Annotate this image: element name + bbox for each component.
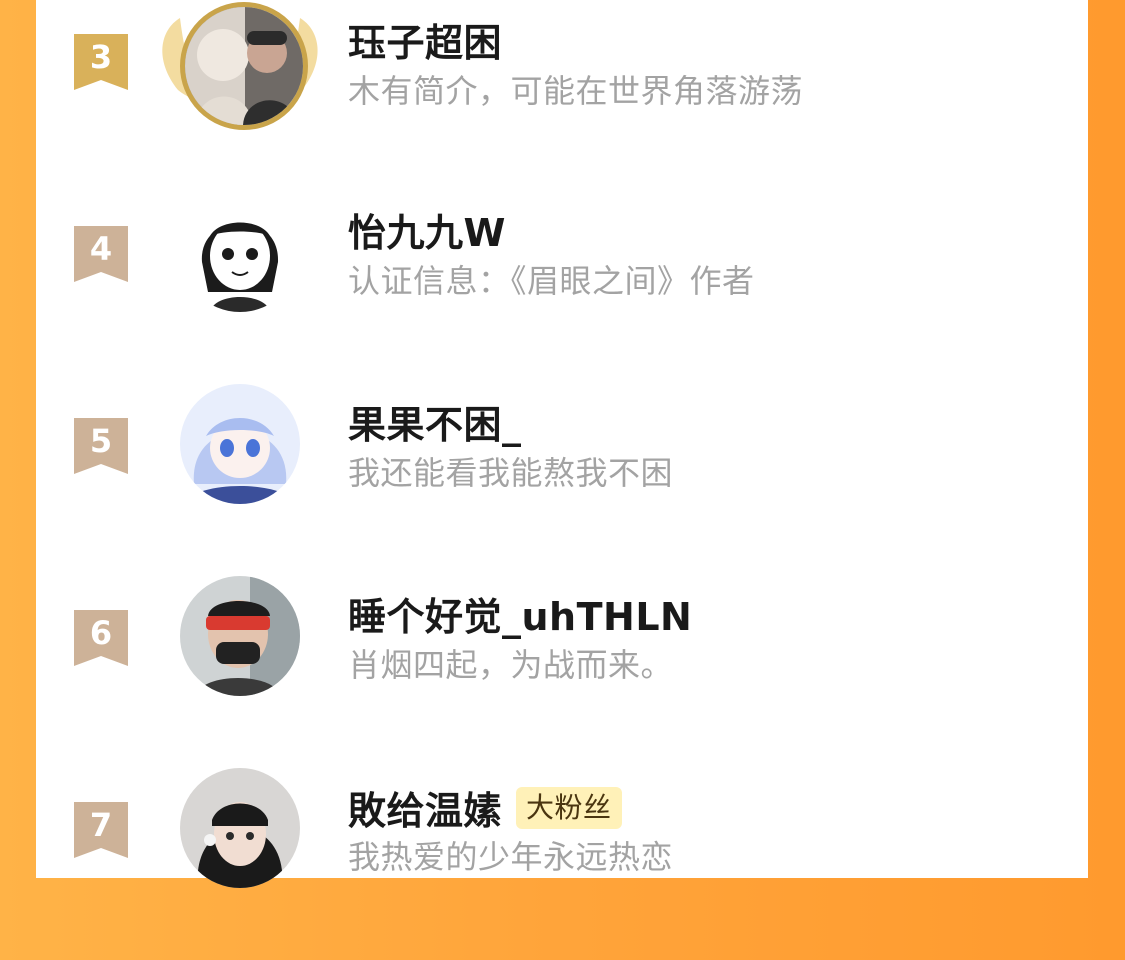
avatar[interactable] [180,384,300,504]
rank-badge: 6 [74,610,128,666]
rank-number: 4 [89,230,113,268]
user-name[interactable]: 珏子超困 [348,12,502,67]
rank-badge: 7 [74,802,128,858]
rank-badge: 5 [74,418,128,474]
avatar[interactable] [180,768,300,888]
list-item[interactable]: 4 怡九九W 认证信息：《眉眼之间》作者 [36,192,1088,384]
list-item[interactable]: 6 睡个好觉_uhTHLN 肖烟四起，为战而来。 [36,576,1088,768]
leaderboard-card: 3 珏子超困 木有简介，可能在世界角落游荡 4 怡九九W 认证信息：《眉眼之间》… [36,0,1088,888]
user-bio: 认证信息：《眉眼之间》作者 [348,262,755,300]
user-bio: 木有简介，可能在世界角落游荡 [348,72,804,110]
list-item[interactable]: 5 果果不困_ 我还能看我能熬我不困 [36,384,1088,576]
rank-number: 7 [89,806,113,844]
fan-level-badge: 大粉丝 [516,786,622,829]
rank-badge: 4 [74,226,128,282]
user-name[interactable]: 怡九九W [348,202,506,257]
avatar[interactable] [180,192,300,312]
rank-number: 5 [89,422,113,460]
user-name[interactable]: 睡个好觉_uhTHLN [348,586,692,641]
rank-number: 3 [89,38,113,76]
user-name-text[interactable]: 敗给温嫊 [348,780,502,835]
user-name[interactable]: 果果不困_ [348,394,522,449]
rank-number: 6 [89,614,113,652]
user-bio: 肖烟四起，为战而来。 [348,646,674,684]
user-bio: 我热爱的少年永远热恋 [348,838,674,876]
user-name[interactable]: 敗给温嫊 大粉丝 [348,780,622,835]
avatar[interactable] [180,576,300,696]
list-item[interactable]: 7 敗给温嫊 大粉丝 我热爱的少年永远热恋 [36,768,1088,960]
user-bio: 我还能看我能熬我不困 [348,454,674,492]
rank-badge: 3 [74,34,128,90]
list-item[interactable]: 3 珏子超困 木有简介，可能在世界角落游荡 [36,0,1088,192]
avatar[interactable] [180,2,308,130]
